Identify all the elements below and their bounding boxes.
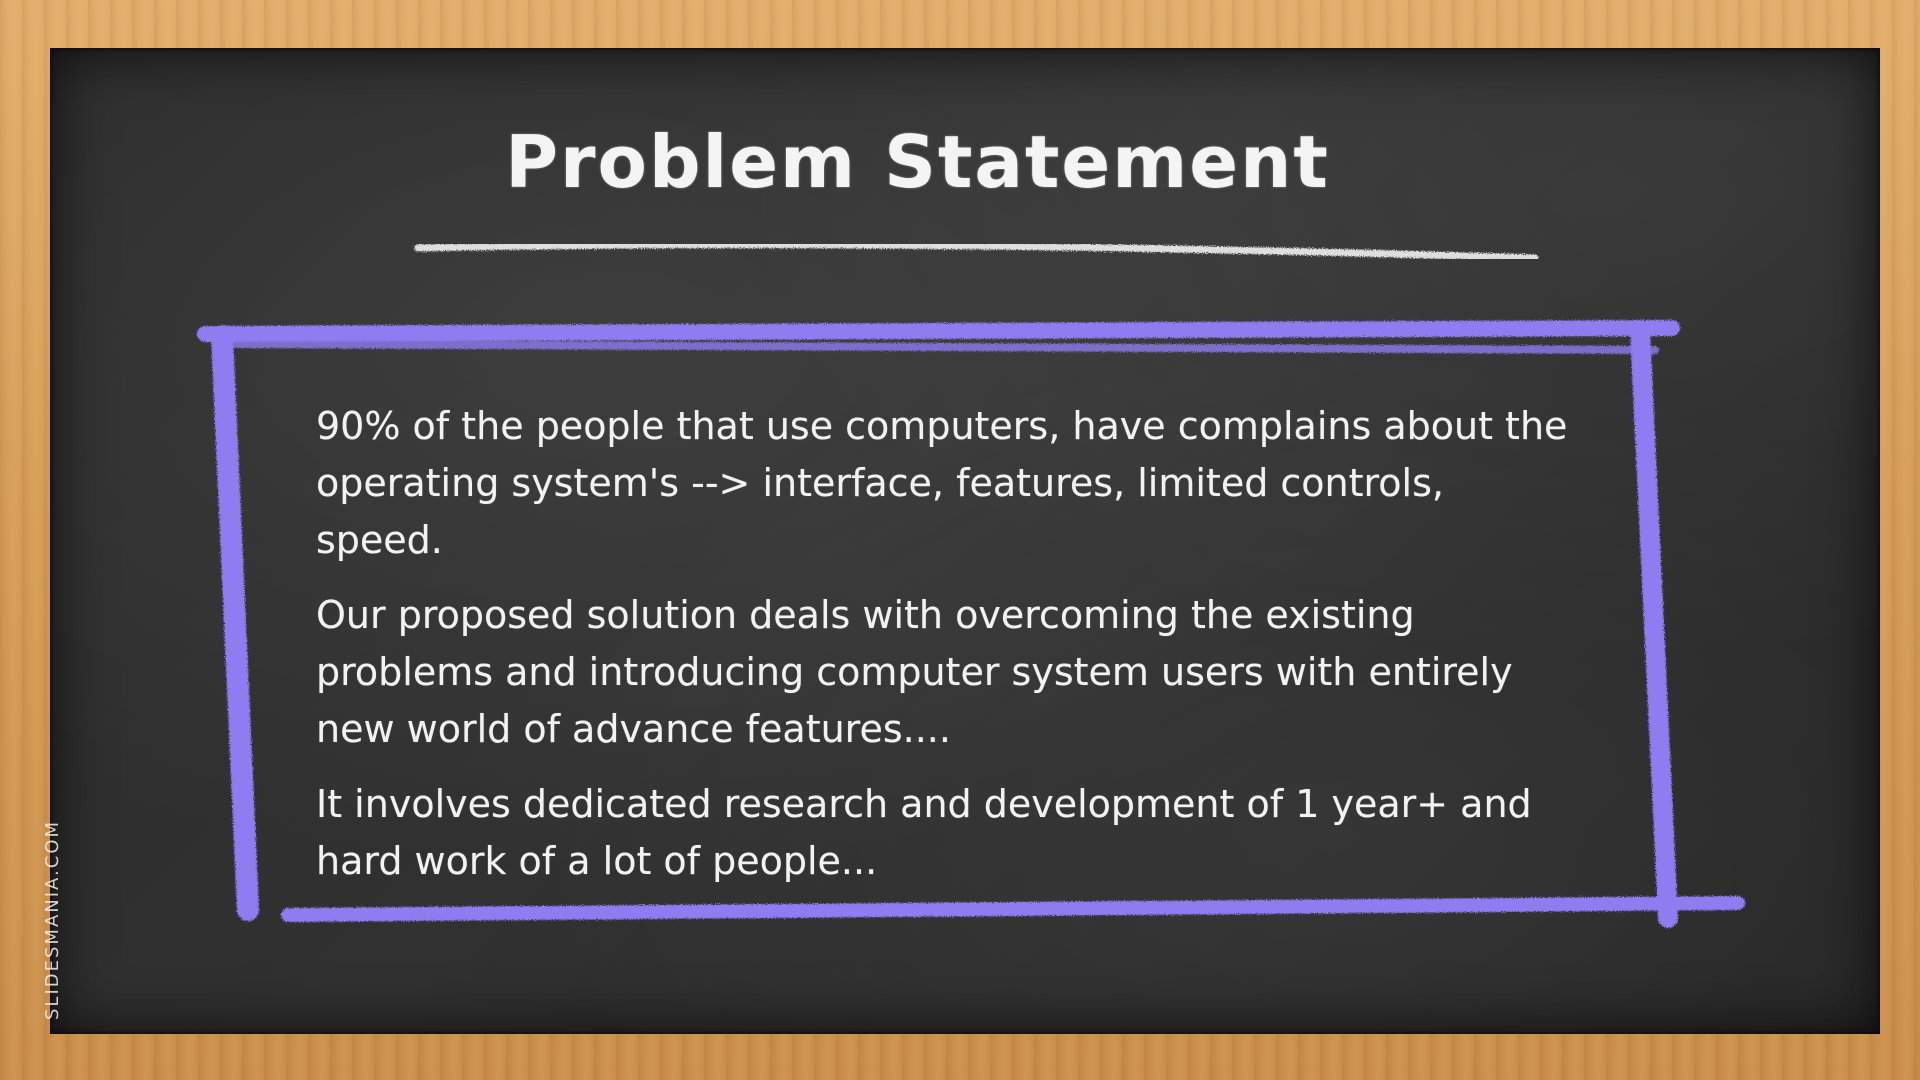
paragraph-research-effort: It involves dedicated research and devel… (316, 782, 1532, 883)
title-underline (414, 241, 1539, 262)
paragraph-usage-complaints: 90% of the people that use computers, ha… (316, 404, 1568, 562)
slide-body: 90% of the people that use computers, ha… (316, 398, 1576, 908)
slidesmania-watermark: SLIDESMANIA.COM (42, 819, 63, 1020)
paragraph-proposed-solution: Our proposed solution deals with overcom… (316, 593, 1513, 751)
